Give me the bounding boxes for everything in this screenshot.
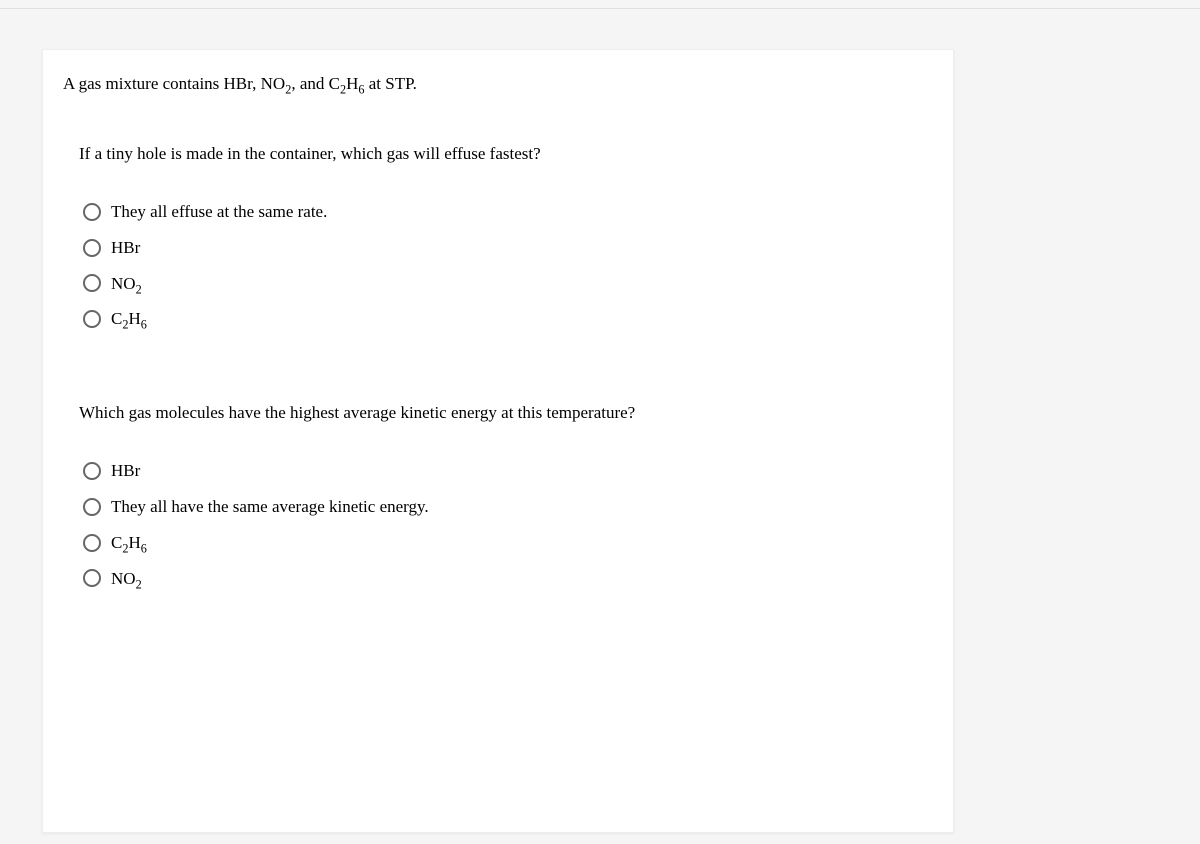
q1-option-c[interactable]: NO2 [83, 272, 929, 296]
q1-option-a[interactable]: They all effuse at the same rate. [83, 200, 929, 224]
radio-icon [83, 498, 101, 516]
q1-option-b-label: HBr [111, 236, 140, 260]
q1-option-d[interactable]: C2H6 [83, 307, 929, 331]
question-2: Which gas molecules have the highest ave… [43, 403, 953, 662]
question-1: If a tiny hole is made in the container,… [43, 144, 953, 403]
q2-option-a-label: HBr [111, 459, 140, 483]
q2-option-c[interactable]: C2H6 [83, 531, 929, 555]
intro-mid: , and [291, 74, 328, 93]
q1-text: If a tiny hole is made in the container,… [79, 144, 929, 164]
radio-icon [83, 569, 101, 587]
radio-icon [83, 203, 101, 221]
q2-option-d[interactable]: NO2 [83, 567, 929, 591]
q1-options: They all effuse at the same rate. HBr NO… [79, 200, 929, 331]
q1-option-b[interactable]: HBr [83, 236, 929, 260]
q2-options: HBr They all have the same average kinet… [79, 459, 929, 590]
radio-icon [83, 534, 101, 552]
top-divider [0, 8, 1200, 9]
q2-text: Which gas molecules have the highest ave… [79, 403, 929, 423]
radio-icon [83, 274, 101, 292]
radio-icon [83, 310, 101, 328]
intro-no2: NO2 [261, 74, 292, 93]
q2-option-b-label: They all have the same average kinetic e… [111, 495, 429, 519]
q1-option-c-label: NO2 [111, 272, 142, 296]
intro-text: A gas mixture contains HBr, NO2, and C2H… [43, 74, 953, 144]
q1-option-d-label: C2H6 [111, 307, 147, 331]
intro-prefix: A gas mixture contains HBr, [63, 74, 261, 93]
q2-option-c-label: C2H6 [111, 531, 147, 555]
radio-icon [83, 239, 101, 257]
q2-option-d-label: NO2 [111, 567, 142, 591]
question-card: A gas mixture contains HBr, NO2, and C2H… [42, 49, 954, 833]
q1-option-a-label: They all effuse at the same rate. [111, 200, 327, 224]
intro-suffix: at STP. [364, 74, 416, 93]
q2-option-b[interactable]: They all have the same average kinetic e… [83, 495, 929, 519]
radio-icon [83, 462, 101, 480]
q2-option-a[interactable]: HBr [83, 459, 929, 483]
intro-c2h6: C2H6 [329, 74, 365, 93]
